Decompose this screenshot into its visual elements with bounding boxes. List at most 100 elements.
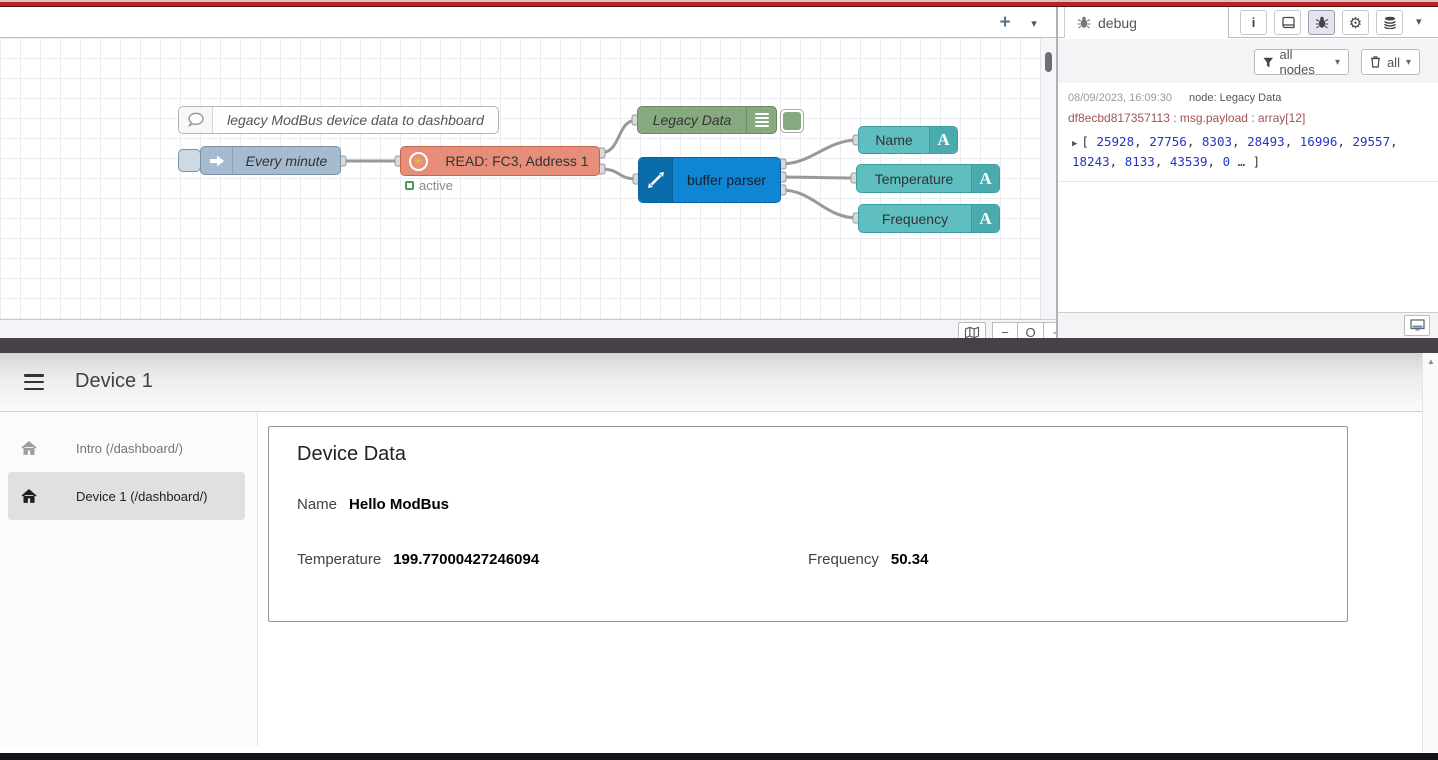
chevron-down-icon: ▾ [1335, 57, 1340, 68]
config-tab-button[interactable]: ⚙ [1342, 10, 1369, 35]
comment-icon [179, 107, 213, 133]
modbus-status: active [405, 178, 453, 193]
modbus-read-label: READ: FC3, Address 1 [435, 153, 599, 169]
dashboard-header: Device 1 [0, 353, 1422, 412]
debug-source-node: node: Legacy Data [1189, 92, 1281, 104]
bottom-window-bar [0, 753, 1438, 760]
debug-tab-button[interactable] [1308, 10, 1335, 35]
ui-text-temperature-label: Temperature [857, 171, 971, 187]
gear-icon: ⚙ [1349, 14, 1362, 32]
bug-icon [1077, 16, 1091, 29]
field-label: Frequency [808, 551, 879, 568]
window-divider [0, 338, 1438, 353]
ui-text-name-label: Name [859, 132, 929, 148]
context-tab-button[interactable] [1376, 10, 1403, 35]
text-a-icon: A [971, 205, 999, 232]
inject-arrow-icon [201, 147, 233, 174]
book-icon [1281, 16, 1295, 29]
tab-debug-label: debug [1098, 15, 1137, 31]
dashboard-title: Device 1 [75, 370, 153, 393]
field-frequency: Frequency 50.34 [808, 551, 928, 568]
status-text: active [419, 178, 453, 193]
trash-icon [1370, 56, 1381, 68]
inject-node-label: Every minute [233, 153, 340, 169]
field-label: Temperature [297, 551, 381, 568]
flow-editor: + ▾ [0, 7, 1438, 338]
buffer-parser-label: buffer parser [673, 172, 780, 188]
ui-text-frequency-label: Frequency [859, 211, 971, 227]
expand-caret-icon[interactable]: ▶ [1072, 139, 1077, 149]
add-flow-button[interactable]: + [992, 11, 1018, 35]
chevron-down-icon: ▾ [1406, 57, 1411, 68]
field-value: Hello ModBus [349, 496, 449, 513]
card-title: Device Data [297, 443, 1319, 466]
help-tab-button[interactable] [1274, 10, 1301, 35]
tab-debug[interactable]: debug [1064, 7, 1229, 38]
field-label: Name [297, 496, 337, 513]
debug-enable-toggle[interactable] [780, 109, 804, 133]
dashboard-nav: Intro (/dashboard/) Device 1 (/dashboard… [0, 412, 258, 746]
resize-arrows-icon [639, 158, 673, 202]
debug-output-icon [746, 107, 776, 133]
comment-node[interactable]: legacy ModBus device data to dashboard [178, 106, 499, 134]
debug-node-label: Legacy Data [638, 112, 746, 128]
sidebar-menu-caret[interactable]: ▾ [1416, 15, 1422, 28]
ui-text-node-frequency[interactable]: Frequency A [858, 204, 1000, 233]
debug-payload-array[interactable]: ▶[ 25928, 27756, 8303, 28493, 16996, 295… [1068, 133, 1428, 171]
home-icon [20, 488, 38, 504]
flow-tab-bar: + ▾ [0, 7, 1056, 38]
device-data-card: Device Data Name Hello ModBus Temperatur… [268, 426, 1348, 622]
clear-label: all [1387, 55, 1400, 70]
comment-label: legacy ModBus device data to dashboard [213, 112, 498, 128]
modbus-read-node[interactable]: ✳ READ: FC3, Address 1 [400, 146, 600, 176]
nav-item-device-1[interactable]: Device 1 (/dashboard/) [8, 472, 245, 520]
info-tab-button[interactable]: i [1240, 10, 1267, 35]
modbus-icon: ✳ [401, 147, 435, 175]
debug-toolbar: all nodes ▾ all ▾ [1058, 39, 1438, 83]
text-a-icon: A [971, 165, 999, 192]
workspace: + ▾ [0, 7, 1056, 338]
field-value: 50.34 [891, 551, 929, 568]
dashboard-scrollbar[interactable]: ▲ [1422, 353, 1438, 753]
text-a-icon: A [929, 127, 957, 153]
monitor-icon [1410, 319, 1425, 332]
clear-messages-button[interactable]: all ▾ [1361, 49, 1420, 75]
debug-msg-meta: df8ecbd817357113 : msg.payload : array[1… [1068, 111, 1428, 125]
scroll-up-arrow[interactable]: ▲ [1427, 357, 1435, 366]
flow-list-button[interactable]: ▾ [1024, 15, 1044, 31]
inject-node[interactable]: Every minute [200, 146, 341, 175]
field-value: 199.77000427246094 [393, 551, 539, 568]
payload-values: [ 25928, 27756, 8303, 28493, 16996, 2955… [1072, 134, 1398, 169]
debug-node-legacy-data[interactable]: Legacy Data [637, 106, 777, 134]
field-name: Name Hello ModBus [297, 496, 449, 513]
nav-item-intro[interactable]: Intro (/dashboard/) [8, 424, 245, 472]
filter-label: all nodes [1279, 47, 1329, 77]
canvas-vertical-scrollbar[interactable] [1040, 38, 1056, 319]
scrollbar-thumb[interactable] [1045, 52, 1052, 72]
nav-item-label: Intro (/dashboard/) [76, 441, 183, 456]
inject-button[interactable] [178, 149, 201, 172]
status-ring-icon [405, 181, 414, 190]
dashboard-main: Device Data Name Hello ModBus Temperatur… [258, 412, 1422, 746]
debug-messages-list[interactable]: 08/09/2023, 16:09:30 node: Legacy Data d… [1058, 83, 1438, 312]
info-icon: i [1252, 15, 1256, 30]
debug-sidebar: debug i ⚙ [1056, 7, 1438, 338]
node-red-window: + ▾ [0, 0, 1438, 760]
nav-item-label: Device 1 (/dashboard/) [76, 489, 208, 504]
bug-icon [1315, 16, 1329, 29]
field-temperature: Temperature 199.77000427246094 [297, 551, 539, 568]
database-icon [1383, 16, 1397, 29]
top-accent-bar [0, 0, 1438, 7]
ui-text-node-temperature[interactable]: Temperature A [856, 164, 1000, 193]
open-dashboard-button[interactable] [1404, 315, 1430, 336]
debug-timestamp: 08/09/2023, 16:09:30 [1068, 92, 1172, 104]
filter-nodes-button[interactable]: all nodes ▾ [1254, 49, 1349, 75]
funnel-icon [1263, 57, 1273, 68]
debug-message[interactable]: 08/09/2023, 16:09:30 node: Legacy Data d… [1058, 83, 1438, 182]
ui-text-node-name[interactable]: Name A [858, 126, 958, 154]
buffer-parser-node[interactable]: buffer parser [638, 157, 781, 203]
flow-canvas[interactable]: legacy ModBus device data to dashboard E… [0, 38, 1040, 319]
sidebar-tab-bar: debug i ⚙ [1058, 7, 1438, 38]
menu-toggle-button[interactable] [24, 374, 44, 390]
sidebar-footer [1058, 312, 1438, 338]
